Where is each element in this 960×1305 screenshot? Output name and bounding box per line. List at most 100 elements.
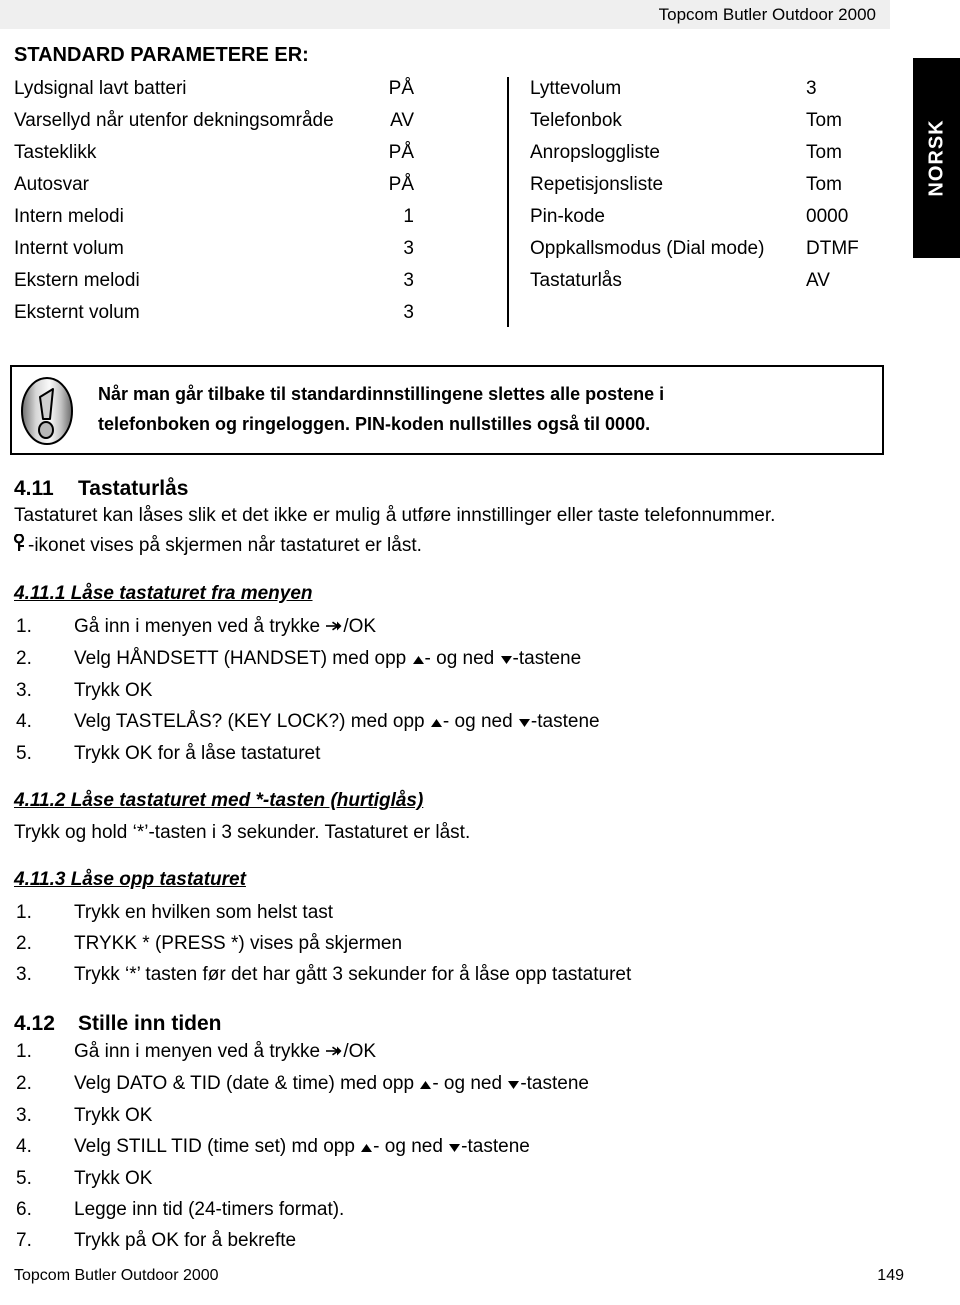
list-item: 3. Trykk ‘*’ tasten før det har gått 3 se… (14, 959, 904, 990)
param-value: PÅ (388, 174, 414, 195)
section-411-title: Tastaturlås (78, 477, 189, 500)
param-label: Ekstern melodi (14, 270, 140, 291)
step-number: 5. (16, 1168, 32, 1189)
section-411-body-line-1: Tastaturet kan låses slik et det ikke er… (14, 505, 776, 526)
list-item: 1. Gå inn i menyen ved å trykke /OK (14, 1036, 904, 1068)
page-header-band: Topcom Butler Outdoor 2000 (0, 0, 890, 29)
step-number: 3. (16, 680, 32, 701)
step-text-post: -tastene (530, 711, 600, 732)
page-title: STANDARD PARAMETERE ER: (14, 44, 309, 66)
language-side-tab-label: NORSK (925, 119, 947, 197)
table-row: Lyttevolum 3 (522, 73, 904, 105)
list-item: 1. Trykk en hvilken som helst tast (14, 897, 904, 928)
param-value: 3 (403, 270, 414, 291)
list-item: 5. Trykk OK (14, 1163, 904, 1194)
note-callout-box: Når man går tilbake til standardinnstill… (10, 365, 884, 455)
triangle-down-icon (448, 1132, 461, 1163)
table-row: Varsellyd når utenfor dekningsområde AV (14, 105, 486, 137)
list-item: 5. Trykk OK for å låse tastaturet (14, 738, 904, 769)
step-text-pre: Legge inn tid (24-timers format). (74, 1199, 345, 1220)
param-value: AV (390, 110, 414, 131)
table-row: Ekstern melodi 3 (14, 265, 486, 297)
param-label: Oppkallsmodus (Dial mode) (530, 238, 765, 259)
param-value: 3 (403, 302, 414, 323)
table-row: Lydsignal lavt batteri PÅ (14, 73, 486, 105)
triangle-up-icon (419, 1069, 432, 1100)
step-text-pre: Velg TASTELÅS? (KEY LOCK?) med opp (74, 711, 430, 732)
list-item: 3. Trykk OK (14, 1100, 904, 1131)
section-4111-steps: 1. Gå inn i menyen ved å trykke /OK 2. Vel… (14, 611, 904, 769)
step-text-pre: Velg STILL TID (time set) md opp (74, 1136, 361, 1157)
step-text-pre: Trykk på OK for å bekrefte (74, 1230, 297, 1251)
section-412-number: 4.12 (14, 1012, 55, 1035)
section-412-heading: 4.12 Stille inn tiden (14, 1012, 904, 1036)
param-value: AV (806, 270, 830, 291)
param-label: Pin-kode (530, 206, 605, 227)
step-text-pre: Velg HÅNDSETT (HANDSET) med opp (74, 648, 412, 669)
menu-enter-arrow-icon (325, 612, 343, 643)
table-row: Telefonbok Tom (522, 105, 904, 137)
param-value: 0000 (806, 206, 849, 227)
exclamation-badge-icon (20, 376, 74, 446)
step-number: 2. (16, 1073, 32, 1094)
step-number: 3. (16, 964, 32, 985)
footer-document-title: Topcom Butler Outdoor 2000 (14, 1267, 219, 1284)
param-label: Tasteklikk (14, 142, 97, 163)
section-411-body-line-2: -ikonet vises på skjermen når tastaturet… (13, 531, 904, 562)
note-line-1: Når man går tilbake til standardinnstill… (98, 384, 665, 404)
section-4111-heading-wrap: 4.11.1 Låse tastaturet fra menyen (14, 562, 904, 611)
step-number: 7. (16, 1230, 32, 1251)
list-item: 7. Trykk på OK for å bekrefte (14, 1225, 904, 1256)
section-411-heading: 4.11 Tastaturlås (14, 477, 904, 501)
step-text-pre: Velg DATO & TID (date & time) med opp (74, 1073, 420, 1094)
table-row: Autosvar PÅ (14, 169, 486, 201)
step-text-post: -tastene (520, 1073, 589, 1094)
section-4111-heading: 4.11.1 Låse tastaturet fra menyen (14, 583, 313, 604)
step-number: 4. (16, 711, 32, 732)
list-item: 2. Velg HÅNDSETT (HANDSET) med opp - og n… (14, 643, 904, 675)
parameters-column-left: Lydsignal lavt batteri PÅ Varsellyd når … (14, 73, 486, 329)
section-411-body-line-2-text: -ikonet vises på skjermen når tastaturet… (28, 535, 422, 556)
section-412-steps: 1. Gå inn i menyen ved å trykke /OK 2. Vel… (14, 1036, 904, 1256)
step-number: 6. (16, 1199, 32, 1220)
step-text-post: -tastene (512, 648, 582, 669)
param-label: Eksternt volum (14, 302, 140, 323)
page-content: STANDARD PARAMETERE ER: Lydsignal lavt b… (10, 44, 904, 1256)
param-label: Anropsloggliste (530, 142, 660, 163)
step-number: 1. (16, 616, 32, 637)
section-4112-heading: 4.11.2 Låse tastaturet med *-tasten (hur… (14, 790, 424, 811)
note-text: Når man går tilbake til standardinnstill… (98, 379, 870, 439)
list-item: 2. TRYKK * (PRESS *) vises på skjermen (14, 928, 904, 959)
step-text-pre: Trykk OK for å låse tastaturet (74, 743, 321, 764)
note-line-2: telefonboken og ringeloggen. PIN-koden n… (98, 414, 651, 434)
page-footer: Topcom Butler Outdoor 2000 149 (14, 1267, 946, 1291)
step-text-mid: - og ned (424, 648, 500, 669)
step-number: 4. (16, 1136, 32, 1157)
param-label: Tastaturlås (530, 270, 622, 291)
param-value: PÅ (388, 78, 414, 99)
step-number: 2. (16, 648, 32, 669)
table-row: Pin-kode 0000 (522, 201, 904, 233)
step-number: 2. (16, 933, 32, 954)
param-label: Lyttevolum (530, 78, 622, 99)
triangle-up-icon (360, 1132, 373, 1163)
triangle-down-icon (507, 1069, 520, 1100)
param-label: Intern melodi (14, 206, 124, 227)
param-label: Lydsignal lavt batteri (14, 78, 187, 99)
table-row: Oppkallsmodus (Dial mode) DTMF (522, 233, 904, 265)
step-number: 5. (16, 743, 32, 764)
param-value: 3 (403, 238, 414, 259)
table-row: Tastaturlås AV (522, 265, 904, 297)
param-value: DTMF (806, 238, 859, 259)
list-item: 4. Velg TASTELÅS? (KEY LOCK?) med opp - o… (14, 706, 904, 738)
triangle-up-icon (430, 707, 443, 738)
step-text-mid: - og ned (373, 1136, 449, 1157)
section-4112-body: Trykk og hold ‘*’-tasten i 3 sekunder. T… (14, 822, 471, 843)
param-value: Tom (806, 142, 842, 163)
param-label: Internt volum (14, 238, 124, 259)
step-number: 1. (16, 902, 32, 923)
param-value: 1 (403, 206, 414, 227)
menu-enter-arrow-icon (325, 1037, 343, 1068)
param-value: 3 (806, 78, 817, 99)
param-label: Repetisjonsliste (530, 174, 664, 195)
